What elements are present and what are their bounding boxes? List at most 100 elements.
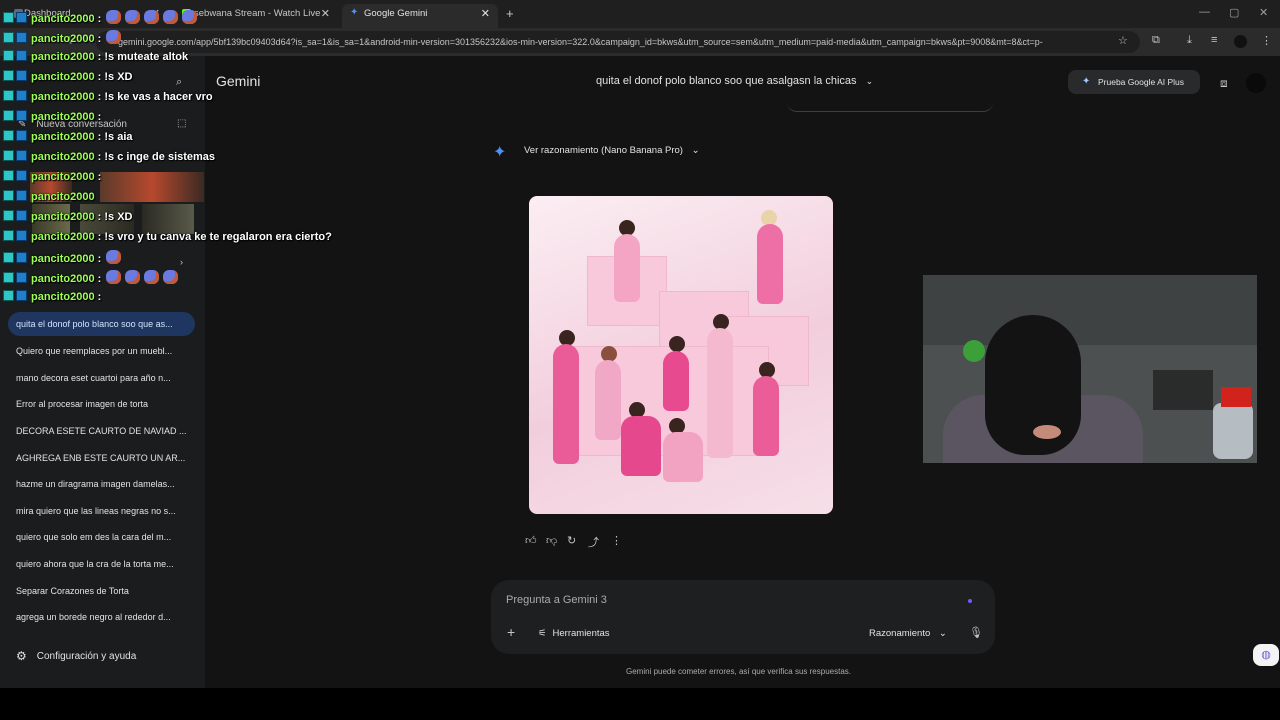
profile-avatar[interactable] (1234, 35, 1247, 48)
badge-icon (16, 130, 27, 141)
chat-message: pancito2000 : !s XD (3, 210, 133, 226)
floating-assistant-button[interactable]: ◍ (1253, 644, 1279, 666)
emote-icon (106, 30, 122, 44)
tab-label: Google Gemini (364, 8, 428, 19)
emote-icon (144, 10, 160, 24)
chat-message: pancito2000 (3, 190, 95, 206)
chat-text: !s c inge de sistemas (104, 151, 216, 163)
emote-icon (106, 270, 122, 284)
wall-background-shape (923, 275, 1257, 345)
person-figure-shape (663, 432, 703, 482)
upgrade-plus-button[interactable]: ✦ Prueba Google AI Plus (1068, 70, 1200, 94)
badge-icon (3, 50, 14, 61)
thumbs-up-icon[interactable]: 👍︎ (525, 534, 537, 547)
badge-icon (16, 32, 27, 43)
tools-label: Herramientas (552, 628, 610, 639)
chat-username: pancito2000 (31, 273, 95, 285)
taskbar (0, 688, 1280, 720)
generated-image[interactable] (529, 196, 833, 514)
minimize-icon[interactable]: — (1199, 6, 1210, 18)
badge-icon (3, 90, 14, 101)
badge-icon (16, 210, 27, 221)
media-control-icon[interactable]: ≡ (1211, 34, 1217, 46)
recent-chat-item[interactable]: hazme un diragrama imagen damelas... (8, 472, 195, 496)
red-object-shape (1221, 387, 1251, 407)
new-tab-button[interactable]: + (506, 6, 514, 21)
person-figure-shape (757, 224, 783, 304)
mode-selector[interactable]: Razonamiento ⌄ (869, 628, 947, 639)
thumbs-down-icon[interactable]: 👎︎ (546, 534, 557, 547)
badge-icon (16, 272, 27, 283)
emote-image (100, 172, 204, 202)
recent-chat-item[interactable]: Separar Corazones de Torta (8, 579, 195, 603)
recent-chat-item[interactable]: agrega un borede negro al rededor d... (8, 605, 195, 629)
chat-message: pancito2000 : (3, 10, 199, 26)
account-avatar[interactable] (1246, 73, 1266, 93)
recent-chat-item[interactable]: quita el donof polo blanco soo que as... (8, 312, 195, 336)
prompt-input[interactable]: Pregunta a Gemini 3 (506, 594, 607, 606)
badge-icon (16, 190, 27, 201)
share-icon[interactable]: ⤴ (588, 534, 599, 550)
prompt-composer[interactable]: Pregunta a Gemini 3 + ⚟ Herramientas Razo… (491, 580, 995, 654)
chat-text: !s muteate altok (104, 51, 189, 63)
gemini-spark-icon: ✦ (1082, 76, 1091, 87)
badge-icon (3, 12, 14, 23)
emote-icon (182, 10, 198, 24)
recent-chat-item[interactable]: AGHREGA ENB ESTE CAURTO UN AR... (8, 446, 195, 470)
screen: Dashboard ✕ sebwana Stream - Watch Live … (0, 0, 1280, 720)
emote-icon (106, 10, 122, 24)
recent-chat-item[interactable]: Error al procesar imagen de torta (8, 392, 195, 416)
chevron-down-icon: ⌄ (938, 628, 947, 639)
person-head-shape (669, 336, 685, 352)
badge-icon (3, 272, 14, 283)
chat-message: pancito2000 : (3, 110, 101, 126)
extensions-icon[interactable]: ⧉ (1152, 34, 1160, 47)
conversation-title[interactable]: quita el donof polo blanco soo que asalg… (596, 75, 873, 87)
chat-username: pancito2000 (31, 111, 95, 123)
bookmark-star-icon[interactable]: ☆ (1118, 34, 1128, 47)
show-reasoning-toggle[interactable]: Ver razonamiento (Nano Banana Pro) ⌄ (524, 145, 700, 156)
add-attachment-button[interactable]: + (507, 624, 515, 640)
recent-chat-item[interactable]: mano decora eset cuartoi para año n... (8, 366, 195, 390)
microphone-icon[interactable]: 🎙︎ (969, 626, 983, 639)
settings-help-button[interactable]: ⚙ Configuración y ayuda (16, 649, 136, 663)
reasoning-label: Ver razonamiento (Nano Banana Pro) (524, 145, 683, 156)
chat-username: pancito2000 (31, 71, 95, 83)
close-tab-icon[interactable]: ✕ (481, 4, 490, 24)
maximize-icon[interactable]: ▢ (1229, 6, 1239, 19)
badge-icon (3, 70, 14, 81)
person-figure-shape (553, 344, 579, 464)
badge-icon (16, 170, 27, 181)
close-window-icon[interactable]: ✕ (1259, 6, 1268, 19)
tools-button[interactable]: ⚟ Herramientas (538, 628, 610, 639)
recent-chat-item[interactable]: quiero que solo em des la cara del m... (8, 525, 195, 549)
person-figure-shape (595, 360, 621, 440)
chevron-down-icon: ⌄ (691, 145, 700, 156)
chat-message: pancito2000 : !s c inge de sistemas (3, 150, 215, 166)
regenerate-icon[interactable]: ↻ (567, 534, 576, 547)
person-figure-shape (707, 328, 733, 458)
menu-kebab-icon[interactable]: ⋮ (1261, 34, 1272, 47)
tab-google-gemini[interactable]: ✦ Google Gemini ✕ (342, 4, 498, 28)
download-icon[interactable]: ⤓ (1187, 34, 1192, 47)
settings-label: Configuración y ayuda (36, 651, 137, 662)
badge-icon (3, 210, 14, 221)
gear-icon: ⚙ (16, 649, 27, 663)
more-options-icon[interactable]: ⋮ (611, 534, 622, 547)
chat-username: pancito2000 (31, 151, 95, 163)
chat-message: pancito2000 : !s muteate altok (3, 50, 188, 66)
badge-icon (3, 110, 14, 121)
badge-icon (16, 150, 27, 161)
chat-text: !s aia (104, 131, 133, 143)
chat-username: pancito2000 (31, 51, 95, 63)
chat-username: pancito2000 (31, 171, 95, 183)
person-figure-shape (621, 416, 661, 476)
chat-message: pancito2000 : !s vro y tu canva ke te re… (3, 230, 332, 246)
recent-chat-item[interactable]: mira quiero que las lineas negras no s..… (8, 499, 195, 523)
temporary-chat-icon[interactable]: ⧈ (1220, 76, 1228, 91)
recent-chat-item[interactable]: quiero ahora que la cra de la torta me..… (8, 552, 195, 576)
emote-icon (163, 10, 179, 24)
recent-chat-item[interactable]: Quiero que reemplaces por un muebl... (8, 339, 195, 363)
recent-chat-item[interactable]: DECORA ESETE CAURTO DE NAVIAD ... (8, 419, 195, 443)
emote-icon (163, 270, 179, 284)
